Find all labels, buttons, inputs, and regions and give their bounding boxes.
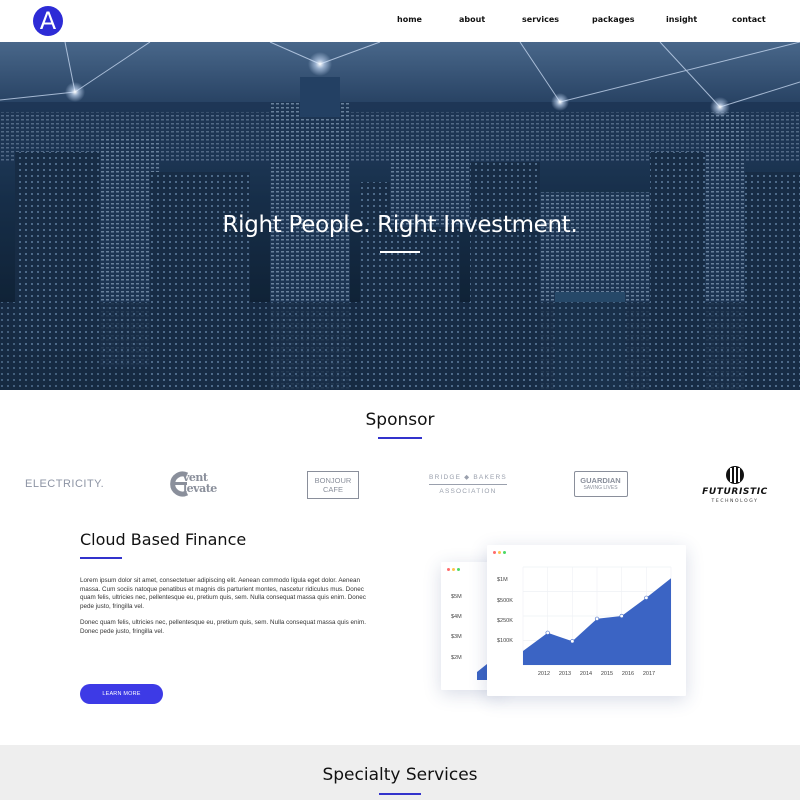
- y-tick-label: $250K: [497, 618, 513, 624]
- x-tick-label: 2015: [601, 671, 613, 677]
- hero-banner: Right People. Right Investment.: [0, 42, 800, 390]
- data-point: [545, 630, 550, 635]
- specialty-section: Specialty Services: [0, 745, 800, 800]
- sponsor-logo-futuristic: FUTURISTIC TECHNOLOGY: [700, 463, 770, 507]
- bonjour-line-2: CAFE: [322, 485, 343, 494]
- x-tick-label: 2012: [538, 671, 550, 677]
- sponsor-title-underline: [378, 437, 422, 439]
- nav-services[interactable]: services: [522, 15, 559, 24]
- logo-letter: A: [39, 6, 57, 35]
- futuristic-mark-icon: [726, 466, 744, 484]
- sponsor-title: Sponsor: [365, 410, 435, 430]
- y-tick-label: $1M: [497, 577, 508, 583]
- data-point: [619, 613, 624, 619]
- back-area-series: [477, 664, 487, 680]
- guardian-line-2: SAVING LIVES: [583, 485, 618, 491]
- nav-contact[interactable]: contact: [732, 15, 766, 24]
- cloud-paragraph-1: Lorem ipsum dolor sit amet, consectetuer…: [80, 577, 366, 611]
- back-y-tick-label: $3M: [451, 634, 462, 640]
- sponsor-logo-guardian: GUARDIAN SAVING LIVES: [574, 471, 628, 497]
- bridge-line-1: BRIDGE ◆ BAKERS: [429, 474, 507, 481]
- x-tick-label: 2016: [622, 671, 634, 677]
- cloud-title-underline: [80, 557, 122, 559]
- learn-more-button[interactable]: LEARN MORE: [80, 684, 163, 704]
- futuristic-line-2: TECHNOLOGY: [711, 499, 759, 504]
- brand-logo[interactable]: A: [33, 6, 63, 36]
- bonjour-line-1: BONJOUR: [314, 476, 352, 485]
- specialty-title-underline: [379, 793, 421, 795]
- sponsor-logo-bonjour-cafe: BONJOUR CAFE: [307, 471, 359, 499]
- nav-packages[interactable]: packages: [592, 15, 635, 24]
- event-elevate-line-2: levate: [183, 482, 217, 495]
- back-y-tick-label: $2M: [451, 655, 462, 661]
- sponsor-logo-bridge-bakers: BRIDGE ◆ BAKERS ASSOCIATION: [425, 473, 511, 499]
- bridge-line-2: ASSOCIATION: [439, 488, 497, 495]
- cloud-title: Cloud Based Finance: [80, 530, 247, 549]
- hero-title: Right People. Right Investment.: [222, 212, 578, 238]
- top-navbar: A home about services packages insight c…: [0, 0, 800, 42]
- chart-card-front: $1M $500K $250K $100K 2012 2013 2014 2015 2016 20…: [487, 545, 686, 696]
- data-point: [594, 616, 600, 621]
- hero-title-underline: [380, 251, 420, 253]
- x-tick-label: 2014: [580, 671, 592, 677]
- guardian-line-1: GUARDIAN: [580, 476, 621, 485]
- y-tick-label: $100K: [497, 638, 513, 644]
- data-point: [570, 639, 575, 644]
- nav-home[interactable]: home: [397, 15, 422, 24]
- y-tick-label: $500K: [497, 598, 513, 604]
- x-tick-label: 2013: [559, 671, 571, 677]
- back-y-tick-label: $4M: [451, 614, 462, 620]
- nav-insight[interactable]: insight: [666, 15, 697, 24]
- data-point: [644, 595, 649, 600]
- sponsor-logo-electricity: ELECTRICITY.: [25, 478, 105, 490]
- sponsor-logo-event-elevate: vent levate: [169, 470, 233, 498]
- area-chart: $1M $500K $250K $100K 2012 2013 2014 2015 2016 20…: [497, 566, 672, 677]
- bridge-divider: [429, 484, 507, 485]
- back-y-tick-label: $5M: [451, 594, 462, 600]
- specialty-title: Specialty Services: [322, 765, 478, 785]
- futuristic-line-1: FUTURISTIC: [702, 487, 768, 497]
- nav-about[interactable]: about: [459, 15, 485, 24]
- x-tick-label: 2017: [643, 671, 655, 677]
- cloud-paragraph-2: Donec quam felis, ultricies nec, pellent…: [80, 619, 366, 635]
